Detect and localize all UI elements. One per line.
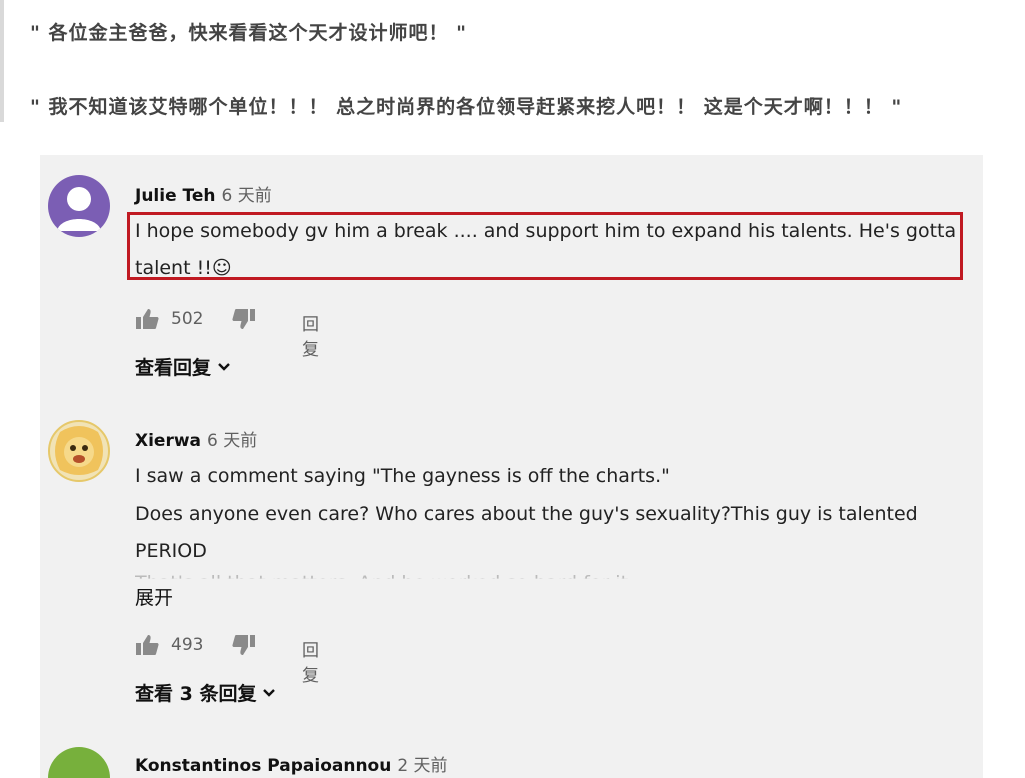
comment-time[interactable]: 6 天前 bbox=[207, 431, 257, 451]
dislike-button[interactable] bbox=[232, 308, 256, 330]
view-replies-label: 查看回复 bbox=[135, 357, 212, 379]
cartoon-lion-icon bbox=[55, 426, 103, 475]
quote-line-2: " 我不知道该艾特哪个单位！！！ 总之时尚界的各位领导赶紧来挖人吧！！ 这是个天… bbox=[30, 96, 903, 118]
chevron-down-icon bbox=[218, 362, 230, 371]
dislike-button[interactable] bbox=[232, 634, 256, 656]
comment-text-truncated-line: That's all that matters. And he worked s… bbox=[135, 572, 629, 594]
comment-text: I hope somebody gv him a break .... and … bbox=[135, 213, 965, 287]
like-button[interactable]: 502 bbox=[135, 308, 203, 330]
comment-text-line: talent !!☺ bbox=[135, 257, 232, 279]
comment-meta: Konstantinos Papaioannou 2 天前 bbox=[135, 751, 448, 776]
comment-text: I saw a comment saying "The gayness is o… bbox=[135, 458, 965, 571]
comment-meta: Xierwa 6 天前 bbox=[135, 426, 257, 451]
article-quote-block: " 各位金主爸爸，快来看看这个天才设计师吧！ " " 我不知道该艾特哪个单位！！… bbox=[0, 0, 1025, 122]
comments-panel: Julie Teh 6 天前 I hope somebody gv him a b… bbox=[40, 155, 983, 778]
expand-button[interactable]: 展开 bbox=[135, 583, 174, 610]
comment-author[interactable]: Julie Teh bbox=[135, 186, 216, 206]
thumbs-down-icon bbox=[232, 635, 255, 655]
avatar[interactable] bbox=[48, 420, 110, 482]
thumbs-up-icon bbox=[136, 309, 159, 329]
comment-time[interactable]: 2 天前 bbox=[397, 756, 447, 776]
comment-text-line: PERIOD bbox=[135, 540, 207, 562]
comment-author[interactable]: Xierwa bbox=[135, 431, 201, 451]
view-replies-button[interactable]: 查看回复 bbox=[135, 353, 231, 380]
like-count: 502 bbox=[171, 309, 204, 329]
like-button[interactable]: 493 bbox=[135, 634, 203, 656]
view-replies-button[interactable]: 查看 3 条回复 bbox=[135, 679, 276, 706]
reply-button[interactable]: 回复 bbox=[302, 636, 319, 686]
comment-text-line: Does anyone even care? Who cares about t… bbox=[135, 502, 918, 525]
quote-line-1: " 各位金主爸爸，快来看看这个天才设计师吧！ " bbox=[30, 22, 468, 44]
comment-text-line: I hope somebody gv him a break .... and … bbox=[135, 220, 957, 242]
comment-meta: Julie Teh 6 天前 bbox=[135, 181, 272, 206]
comment-text-line: I saw a comment saying "The gayness is o… bbox=[135, 465, 670, 487]
reply-button[interactable]: 回复 bbox=[302, 310, 319, 360]
thumbs-down-icon bbox=[232, 309, 255, 329]
avatar[interactable] bbox=[48, 747, 110, 778]
person-icon bbox=[57, 187, 101, 231]
chevron-down-icon bbox=[263, 688, 276, 697]
like-count: 493 bbox=[171, 635, 204, 655]
view-replies-label: 查看 3 条回复 bbox=[135, 683, 257, 705]
comment-author[interactable]: Konstantinos Papaioannou bbox=[135, 756, 391, 776]
thumbs-up-icon bbox=[136, 635, 159, 655]
comment-time[interactable]: 6 天前 bbox=[222, 186, 272, 206]
avatar[interactable] bbox=[48, 175, 110, 237]
